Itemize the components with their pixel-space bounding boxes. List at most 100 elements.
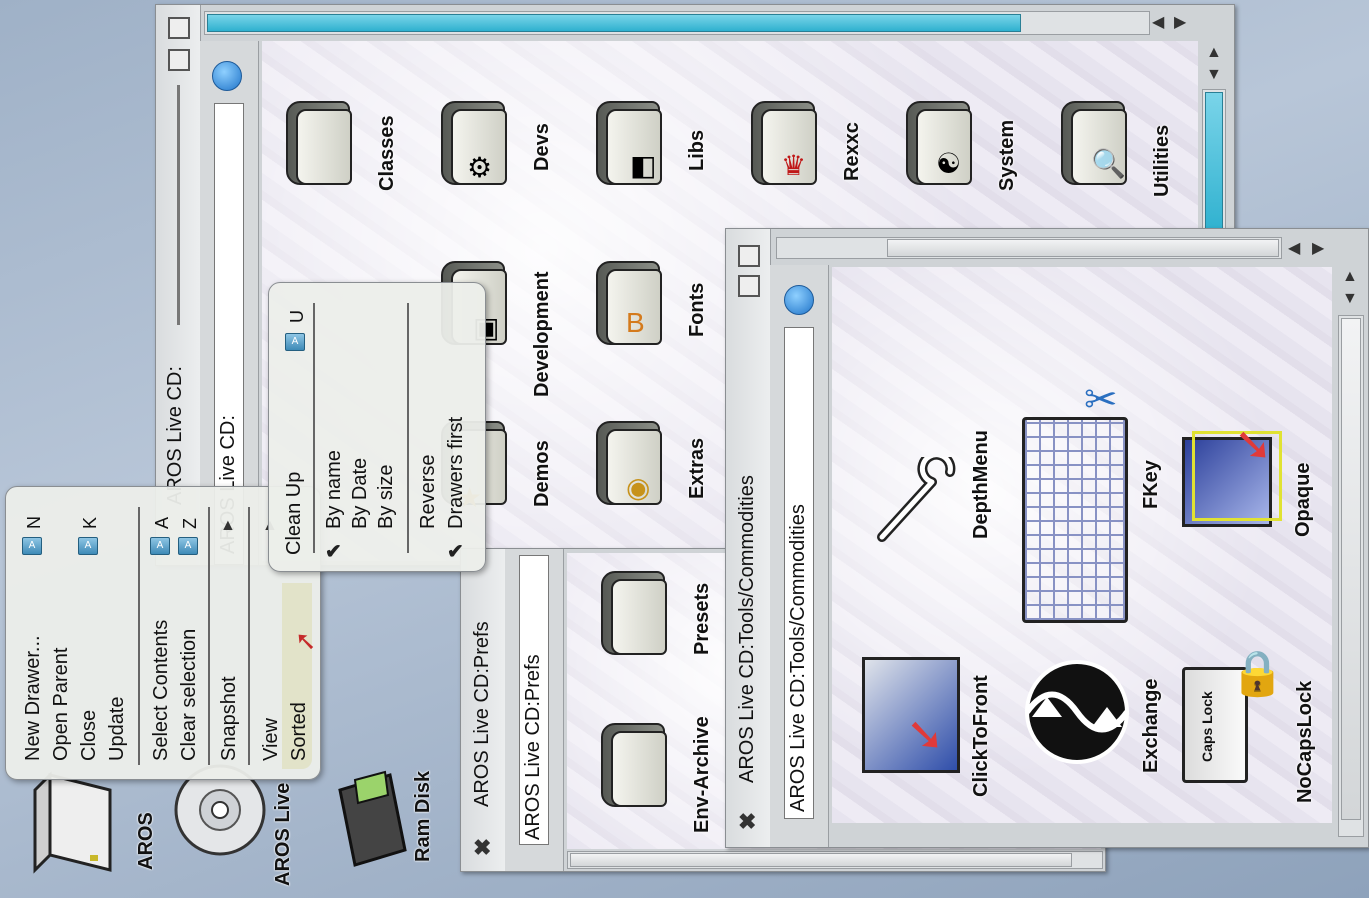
wrench-icon <box>877 457 956 542</box>
amiga-key-icon: A <box>78 537 98 555</box>
puzzle-icon: ◧ <box>630 150 657 181</box>
window-title: AROS Live CD:Tools/Commodities <box>736 475 758 783</box>
commodity-depthmenu[interactable]: DepthMenu <box>872 417 1012 587</box>
scroll-down-icon[interactable]: ▼ <box>1342 291 1358 307</box>
depth-gadget-icon[interactable] <box>738 245 760 267</box>
window-title: AROS Live CD: <box>164 366 186 505</box>
menu-item-label: Open Parent <box>50 647 72 761</box>
path-field[interactable]: AROS Live CD:Tools/Commodities <box>784 327 814 819</box>
folder-label: Presets <box>691 582 713 655</box>
commodity-opaque[interactable]: ➘ Opaque <box>1182 417 1332 587</box>
folder-env-archive[interactable]: Env-Archive <box>597 716 737 849</box>
menu-item-label: By Date <box>349 457 371 529</box>
menu-separator <box>313 303 315 553</box>
window-titlebar[interactable]: AROS Live CD: <box>156 5 201 565</box>
hard-disk-icon <box>33 771 112 874</box>
mouse-pointer-icon: ➚ <box>289 630 320 653</box>
title-line <box>177 85 180 325</box>
folder-devs[interactable]: ⚙ Devs <box>437 101 577 251</box>
scroll-down-icon[interactable]: ▼ <box>1206 67 1222 83</box>
refresh-icon[interactable] <box>784 285 814 315</box>
desktop-icon-aros[interactable]: AROS <box>20 770 160 890</box>
zoom-gadget-icon[interactable] <box>168 49 190 71</box>
magnifier-icon: 🔍 <box>1091 148 1126 179</box>
commodity-label: FKey <box>1140 460 1162 509</box>
menu-item-new-drawer[interactable]: A N New Drawer... <box>18 497 48 769</box>
horizontal-scroll-thumb[interactable] <box>887 239 1279 257</box>
menu-item-label: Update <box>106 696 128 762</box>
commodity-fkey[interactable]: ✂ FKey <box>1022 377 1182 623</box>
path-field[interactable]: AROS Live CD:Prefs <box>519 555 549 845</box>
horizontal-scrollbar[interactable] <box>776 237 1282 259</box>
menu-item-close[interactable]: A K Close <box>74 497 102 769</box>
sort-submenu[interactable]: A U Clean Up ✔ By name By Date By size R… <box>268 282 486 572</box>
scroll-left-icon[interactable]: ◀ <box>1152 15 1164 31</box>
desktop-icon-label: AROS Live <box>272 782 294 886</box>
folder-presets[interactable]: Presets <box>597 571 737 721</box>
menu-item-label: Clear selection <box>178 628 200 761</box>
folder-libs[interactable]: ◧ Libs <box>592 101 732 251</box>
menu-item-by-size[interactable]: By size <box>373 293 399 563</box>
menu-item-label: Drawers first <box>445 416 467 529</box>
folder-label: Rexxc <box>841 122 863 181</box>
folder-extras[interactable]: ◉ Extras <box>592 421 732 561</box>
depth-gadget-icon[interactable] <box>168 17 190 39</box>
menu-item-label: Sorted <box>288 702 310 761</box>
horizontal-scrollbar[interactable] <box>204 11 1150 35</box>
folder-classes[interactable]: Classes <box>282 101 422 251</box>
desktop-icon-ram-disk[interactable]: Ram Disk <box>330 760 450 880</box>
menu-item-open-parent[interactable]: Open Parent <box>46 497 74 769</box>
folder-icon <box>597 723 669 809</box>
window-titlebar[interactable]: ✖ AROS Live CD:Prefs <box>461 549 506 871</box>
path-bar: AROS Live CD:Tools/Commodities <box>770 265 829 847</box>
scroll-right-icon[interactable]: ▶ <box>1312 241 1324 257</box>
window-titlebar[interactable]: ✖ AROS Live CD:Tools/Commodities <box>726 229 771 847</box>
caps-lock-text: Caps Lock <box>1199 691 1215 762</box>
vertical-scroll-thumb[interactable] <box>1341 318 1361 820</box>
menu-item-by-date[interactable]: By Date <box>347 293 373 563</box>
folder-label: Devs <box>531 123 553 171</box>
folder-label: Classes <box>376 115 398 191</box>
menu-item-select-contents[interactable]: A A Select Contents <box>146 497 174 769</box>
commodity-nocapslock[interactable]: Caps Lock 🔒 NoCapsLock <box>1182 647 1332 823</box>
menu-item-snapshot[interactable]: ▲ Snapshot <box>214 497 242 769</box>
window-commodities[interactable]: ✖ AROS Live CD:Tools/Commodities AROS Li… <box>725 228 1369 848</box>
folder-label: Env-Archive <box>691 716 713 833</box>
scroll-left-icon[interactable]: ◀ <box>1288 241 1300 257</box>
refresh-icon[interactable] <box>212 61 242 91</box>
vertical-scrollbar[interactable] <box>1338 315 1364 837</box>
menu-item-drawers-first[interactable]: ✔ Drawers first <box>443 293 469 563</box>
menu-item-by-name[interactable]: ✔ By name <box>321 293 347 563</box>
commodity-clicktofront[interactable]: ➘ ClickToFront <box>862 647 1012 823</box>
scroll-up-icon[interactable]: ▲ <box>1342 269 1358 285</box>
folder-label: Fonts <box>686 282 708 337</box>
checkmark-icon: ✔ <box>447 541 464 563</box>
commodity-exchange[interactable]: Exchange <box>1022 647 1172 817</box>
close-icon[interactable]: ✖ <box>738 809 756 835</box>
scroll-up-icon[interactable]: ▲ <box>1206 45 1222 61</box>
menu-item-clear-selection[interactable]: A Z Clear selection <box>174 497 202 769</box>
exchange-icon <box>1024 660 1130 764</box>
folder-label: Demos <box>531 440 553 507</box>
menu-item-reverse[interactable]: Reverse <box>415 293 441 563</box>
commodity-label: NoCapsLock <box>1294 680 1316 803</box>
arrow-pointer-icon: ➘ <box>1234 418 1273 470</box>
horizontal-scroll-thumb[interactable] <box>570 853 1072 867</box>
folder-fonts[interactable]: B Fonts <box>592 261 732 411</box>
menu-item-label: By name <box>323 450 345 529</box>
menu-item-update[interactable]: Update <box>102 497 130 769</box>
vertical-scroll-thumb[interactable] <box>1205 92 1223 234</box>
zoom-gadget-icon[interactable] <box>738 275 760 297</box>
font-icon: B <box>626 307 645 338</box>
folder-icon <box>282 101 354 187</box>
horizontal-scrollbar[interactable] <box>567 851 1103 869</box>
scroll-right-icon[interactable]: ▶ <box>1174 15 1186 31</box>
horizontal-scroll-thumb[interactable] <box>207 14 1021 32</box>
menu-separator <box>138 507 140 765</box>
menu-item-label: Snapshot <box>218 676 240 761</box>
shortcut-key: N <box>24 516 44 529</box>
menu-item-clean-up[interactable]: A U Clean Up <box>279 293 309 563</box>
close-icon[interactable]: ✖ <box>473 835 491 861</box>
rexx-icon: ♛ <box>781 150 807 181</box>
folder-label: Development <box>531 271 553 397</box>
